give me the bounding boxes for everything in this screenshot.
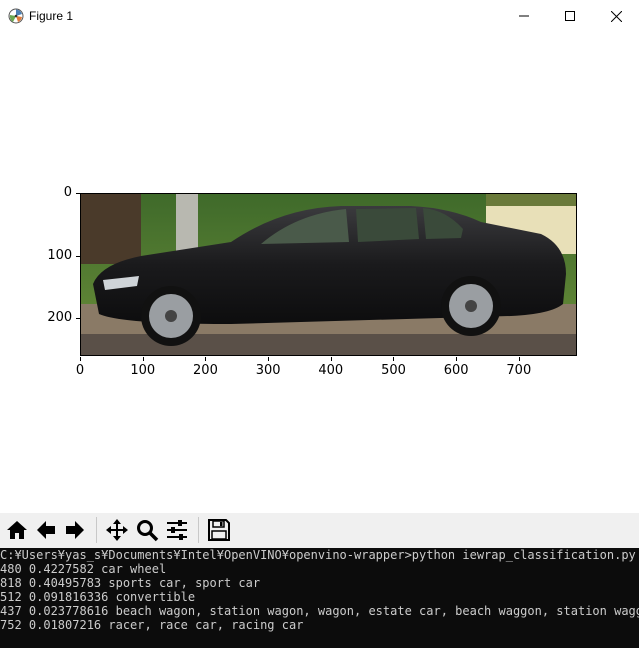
x-tick-mark [80,357,81,361]
back-button[interactable] [32,516,60,544]
back-icon [37,521,55,539]
toolbar-separator [96,517,97,543]
forward-button[interactable] [61,516,89,544]
console-output[interactable]: C:¥Users¥yas_s¥Documents¥Intel¥OpenVINO¥… [0,548,639,648]
minimize-icon [519,15,529,17]
console-line: 752 0.01807216 racer, race car, racing c… [0,618,304,632]
matplotlib-figure-icon [8,8,24,24]
y-tick-label: 200 [47,310,73,326]
x-tick-mark [205,357,207,361]
y-tick-mark [76,318,80,320]
x-tick-label: 300 [255,363,281,378]
configure-subplots-button[interactable] [163,516,191,544]
x-tick-mark [330,357,332,361]
console-line: 818 0.40495783 sports car, sport car [0,576,261,590]
x-tick-mark [393,357,395,361]
home-icon [7,521,27,539]
zoom-button[interactable] [133,516,161,544]
y-tick-mark [76,193,80,194]
toolbar-separator [198,517,199,543]
x-tick-label: 0 [75,363,85,378]
title-bar: Figure 1 [0,0,639,32]
x-tick-mark [518,357,520,361]
window-title: Figure 1 [29,9,74,23]
pan-button[interactable] [103,516,131,544]
forward-icon [66,521,84,539]
save-icon [208,519,230,541]
x-tick-label: 400 [318,363,344,378]
console-line: 437 0.023778616 beach wagon, station wag… [0,604,639,618]
figure-canvas[interactable]: 0 100 200 0 100 200 300 400 500 600 700 [0,32,639,513]
close-icon [610,10,622,22]
x-tick-label: 500 [381,363,406,378]
image-axes [80,193,577,356]
save-button[interactable] [205,516,233,544]
console-line: 480 0.4227582 car wheel [0,562,167,576]
x-tick-label: 700 [506,363,532,378]
x-tick-mark [268,357,270,361]
car-photo [81,194,576,355]
home-button[interactable] [3,516,31,544]
x-tick-label: 600 [443,363,469,378]
console-line: 512 0.091816336 convertible [0,590,196,604]
x-tick-label: 100 [130,363,156,378]
configure-subplots-icon [167,520,187,540]
zoom-icon [137,520,159,542]
maximize-icon [565,11,575,21]
maximize-button[interactable] [547,0,593,32]
x-tick-mark [142,357,144,361]
navigation-toolbar [0,513,639,548]
y-tick-label: 100 [47,247,73,263]
x-tick-mark [456,357,458,361]
close-button[interactable] [593,0,639,32]
pan-icon [106,519,128,541]
y-tick-label: 0 [63,185,73,200]
console-line: C:¥Users¥yas_s¥Documents¥Intel¥OpenVINO¥… [0,548,636,562]
minimize-button[interactable] [501,0,547,32]
y-tick-mark [76,255,80,257]
x-tick-label: 200 [193,363,218,378]
